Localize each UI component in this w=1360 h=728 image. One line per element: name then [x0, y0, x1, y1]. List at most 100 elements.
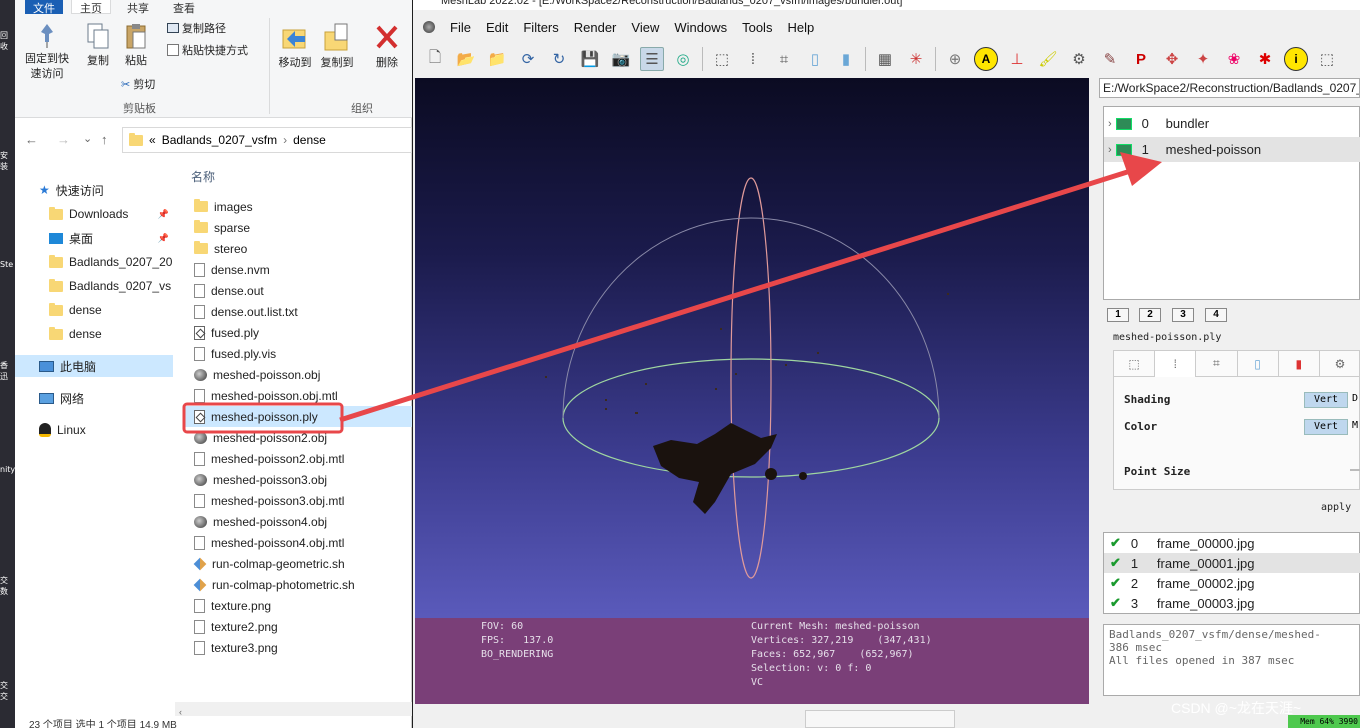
desktop-icon[interactable]: Ste [0, 260, 15, 288]
file-row[interactable]: run-colmap-geometric.sh [185, 553, 412, 574]
menu-view[interactable]: View [631, 20, 659, 35]
view-tab-3[interactable]: 3 [1172, 308, 1194, 322]
file-row[interactable]: sparse [185, 217, 412, 238]
file-row[interactable]: stereo [185, 238, 412, 259]
import-mesh-icon[interactable]: 📁 [485, 47, 509, 71]
nav-downloads[interactable]: Downloads 📌 [15, 203, 173, 225]
select-region-icon[interactable]: ⬚ [1315, 47, 1339, 71]
nav-desktop[interactable]: 桌面 📌 [15, 227, 173, 249]
file-row[interactable]: dense.out.list.txt [185, 301, 412, 322]
shading-vert-button[interactable]: Vert [1304, 392, 1348, 408]
flat-icon[interactable]: ▯ [803, 47, 827, 71]
file-row[interactable]: dense.nvm [185, 259, 412, 280]
up-button[interactable]: ↑ [101, 132, 108, 147]
wire-mode-icon[interactable]: ⌗ [1196, 351, 1238, 377]
select-vertices-icon[interactable]: ✥ [1160, 47, 1184, 71]
smooth-icon[interactable]: ▮ [834, 47, 858, 71]
points-icon[interactable]: ⁞ [741, 47, 765, 71]
paste-shortcut-button[interactable]: 粘贴快捷方式 [167, 42, 248, 58]
snapshot-icon[interactable]: 📷 [609, 47, 633, 71]
visibility-eye-icon[interactable] [1115, 143, 1132, 156]
layer-row-selected[interactable]: › 1 meshed-poisson [1104, 137, 1360, 162]
file-row[interactable]: meshed-poisson.ply [185, 406, 412, 427]
check-icon[interactable]: ✔ [1110, 535, 1121, 551]
nav-linux[interactable]: Linux [15, 419, 173, 441]
solid-mode-icon[interactable]: ▯ [1237, 351, 1279, 377]
file-row[interactable]: fused.ply [185, 322, 412, 343]
file-row[interactable]: meshed-poisson.obj.mtl [185, 385, 412, 406]
desktop-icon[interactable]: 安装 [0, 150, 15, 178]
nav-folder[interactable]: dense [15, 323, 173, 345]
wireframe-icon[interactable]: ⌗ [772, 47, 796, 71]
visibility-eye-icon[interactable] [1115, 117, 1132, 130]
shading-extra[interactable]: D [1352, 393, 1358, 404]
raster-row[interactable]: ✔ 3 frame_00003.jpg [1104, 593, 1360, 613]
color-vert-button[interactable]: Vert [1304, 419, 1348, 435]
cut-button[interactable]: ✂ 剪切 [121, 76, 155, 92]
menu-filters[interactable]: Filters [523, 20, 558, 35]
check-icon[interactable]: ✔ [1110, 575, 1121, 591]
align-icon[interactable]: ⚙ [1067, 47, 1091, 71]
file-row[interactable]: texture.png [185, 595, 412, 616]
menu-file[interactable]: File [450, 20, 471, 35]
copy-path-button[interactable]: 复制路径 [167, 20, 226, 36]
menu-edit[interactable]: Edit [486, 20, 508, 35]
file-row[interactable]: fused.ply.vis [185, 343, 412, 364]
more-modes-icon[interactable]: ⚙ [1319, 351, 1360, 377]
check-icon[interactable]: ✔ [1110, 595, 1121, 611]
raster-row[interactable]: ✔ 0 frame_00000.jpg [1104, 533, 1360, 553]
3d-viewport[interactable]: FOV: 60 FPS: 137.0 BO_RENDERING Current … [415, 78, 1089, 704]
raster-row[interactable]: ✔ 2 frame_00002.jpg [1104, 573, 1360, 593]
file-row[interactable]: meshed-poisson4.obj.mtl [185, 532, 412, 553]
file-row[interactable]: meshed-poisson3.obj [185, 469, 412, 490]
axis-icon[interactable]: ✳ [904, 47, 928, 71]
view-tab-2[interactable]: 2 [1139, 308, 1161, 322]
layer-row[interactable]: › 0 bundler [1104, 111, 1360, 136]
tab-view[interactable]: 查看 [165, 0, 203, 15]
reload-icon[interactable]: ⟳ [516, 47, 540, 71]
file-row[interactable]: texture3.png [185, 637, 412, 658]
expand-icon[interactable]: › [1108, 118, 1112, 130]
bounding-box-icon[interactable]: ⬚ [710, 47, 734, 71]
raster-row[interactable]: ✔ 1 frame_00001.jpg [1104, 553, 1360, 573]
file-row[interactable]: meshed-poisson3.obj.mtl [185, 490, 412, 511]
apply-button[interactable]: apply [1321, 502, 1351, 513]
texture-icon[interactable]: ❀ [1222, 47, 1246, 71]
file-row[interactable]: dense.out [185, 280, 412, 301]
nav-network[interactable]: 网络 [15, 387, 173, 409]
file-row[interactable]: meshed-poisson.obj [185, 364, 412, 385]
nav-folder[interactable]: dense [15, 299, 173, 321]
georef-icon[interactable]: ✱ [1253, 47, 1277, 71]
paste-button[interactable]: 粘贴 [119, 22, 153, 69]
menu-tools[interactable]: Tools [742, 20, 772, 35]
expand-icon[interactable]: › [1108, 144, 1112, 156]
nav-folder[interactable]: Badlands_0207_20 [15, 251, 173, 273]
delete-button[interactable]: 删除 [365, 22, 409, 71]
tab-file[interactable]: 文件 [25, 0, 63, 15]
file-row[interactable]: meshed-poisson4.obj [185, 511, 412, 532]
desktop-icon[interactable]: 香迅 [0, 360, 15, 388]
breadcrumb-item[interactable]: dense [293, 133, 326, 147]
view-tab-1[interactable]: 1 [1107, 308, 1129, 322]
forward-button[interactable]: → [57, 132, 70, 147]
file-row[interactable]: meshed-poisson2.obj [185, 427, 412, 448]
trackball-icon[interactable]: ⊕ [943, 47, 967, 71]
move-to-button[interactable]: 移动到 [274, 22, 316, 71]
tab-share[interactable]: 共享 [119, 0, 157, 15]
copy-to-button[interactable]: 复制到 [316, 22, 358, 71]
column-header-name[interactable]: 名称 [191, 168, 215, 185]
pin-quick-access-button[interactable]: 固定到快速访问 [21, 22, 73, 82]
texture-mode-icon[interactable]: ▮ [1278, 351, 1320, 377]
check-icon[interactable]: ✔ [1110, 555, 1121, 571]
file-row[interactable]: texture2.png [185, 616, 412, 637]
horizontal-scrollbar[interactable]: ‹ [175, 702, 412, 717]
open-project-icon[interactable]: 📂 [454, 47, 478, 71]
copy-button[interactable]: 复制 [81, 22, 115, 69]
color-extra[interactable]: M [1352, 420, 1358, 431]
desktop-icon[interactable]: 交数 [0, 575, 15, 603]
menu-windows[interactable]: Windows [674, 20, 727, 35]
file-row[interactable]: images [185, 196, 412, 217]
nav-folder[interactable]: Badlands_0207_vs [15, 275, 173, 297]
select-faces-icon[interactable]: ✦ [1191, 47, 1215, 71]
bbox-mode-icon[interactable]: ⬚ [1114, 351, 1156, 377]
